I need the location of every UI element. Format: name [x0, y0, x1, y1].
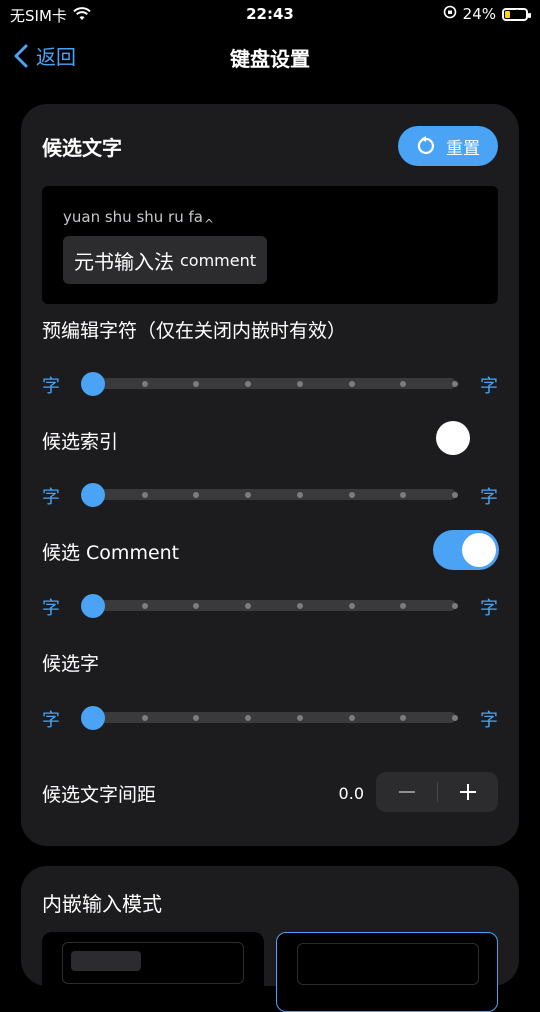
large-size-label: 字 — [480, 710, 498, 731]
inline-mode-card: 内嵌输入模式 — [21, 866, 519, 1012]
slider-tick — [400, 715, 407, 721]
comment-label: 候选 Comment — [42, 542, 180, 564]
index-size-slider[interactable]: 字字 — [42, 482, 498, 508]
spacing-value: 0.0 — [338, 784, 364, 803]
candidate-settings-card: 候选文字 重置 yuan shu shu ru fa^ 元书输入法 commen… — [21, 104, 519, 846]
preview-pinyin: yuan shu shu ru fa^ — [63, 208, 214, 231]
candidate-char-label: 候选字 — [42, 653, 100, 675]
slider-track[interactable] — [81, 483, 458, 507]
reset-label: 重置 — [446, 138, 480, 159]
slider-tick — [193, 492, 200, 498]
comment-toggle[interactable] — [433, 530, 499, 570]
preview-candidate: 元书输入法 comment — [63, 236, 268, 284]
slider-tick — [141, 381, 148, 387]
slider-tick — [245, 603, 252, 609]
slider-tick — [452, 381, 458, 387]
slider-track[interactable] — [81, 706, 458, 730]
keyboard-preview: yuan shu shu ru fa^ 元书输入法 comment — [42, 186, 498, 304]
small-size-label: 字 — [42, 598, 60, 619]
slider-tick — [193, 715, 200, 721]
reset-button[interactable]: 重置 — [398, 126, 498, 166]
slider-tick — [193, 603, 200, 609]
slider-tick — [296, 715, 303, 721]
preedit-size-slider[interactable]: 字字 — [42, 371, 498, 397]
slider-thumb[interactable] — [81, 483, 105, 507]
slider-track[interactable] — [81, 372, 458, 396]
slider-tick — [141, 603, 148, 609]
stepper-divider — [437, 782, 438, 802]
slider-thumb[interactable] — [81, 594, 105, 618]
battery-percent: 24% — [462, 5, 496, 23]
slider-thumb[interactable] — [81, 706, 105, 730]
slider-tick — [348, 603, 355, 609]
candidate-comment: comment — [180, 250, 257, 270]
page-title: 键盘设置 — [230, 47, 310, 71]
mode-preview-chip — [71, 951, 141, 971]
slider-tick — [452, 492, 458, 498]
slider-tick — [400, 381, 407, 387]
slider-thumb[interactable] — [81, 372, 105, 396]
plus-icon — [459, 784, 476, 800]
slider-tick — [245, 492, 252, 498]
orientation-lock-icon — [443, 5, 457, 23]
mode-option-2[interactable] — [276, 932, 498, 1012]
slider-tick — [348, 492, 355, 498]
decrement-button[interactable] — [376, 772, 437, 812]
inline-mode-title: 内嵌输入模式 — [42, 892, 162, 916]
pinyin-text: yuan shu shu ru fa — [63, 208, 203, 226]
caret-icon: ^ — [203, 217, 215, 231]
slider-track[interactable] — [81, 594, 458, 618]
status-bar: 无SIM卡 22:43 24% ⚡ — [0, 0, 540, 30]
slider-tick — [141, 492, 148, 498]
battery-icon: ⚡ — [502, 6, 531, 21]
slider-tick — [400, 603, 407, 609]
slider-tick — [245, 381, 252, 387]
reset-icon — [417, 136, 435, 155]
status-right: 24% ⚡ — [443, 5, 531, 23]
slider-tick — [400, 492, 407, 498]
slider-tick — [452, 603, 458, 609]
slider-tick — [296, 603, 303, 609]
large-size-label: 字 — [480, 487, 498, 508]
small-size-label: 字 — [42, 710, 60, 731]
small-size-label: 字 — [42, 487, 60, 508]
toggle-knob — [436, 421, 470, 455]
candidate-text: 元书输入法 — [74, 249, 174, 274]
increment-button[interactable] — [437, 772, 498, 812]
index-label: 候选索引 — [42, 431, 119, 453]
candidate-size-slider[interactable]: 字字 — [42, 705, 498, 731]
slider-tick — [141, 715, 148, 721]
mode-option-1[interactable] — [42, 932, 264, 1012]
mode-preview — [62, 942, 244, 984]
nav-bar: 返回 键盘设置 — [0, 30, 540, 80]
small-size-label: 字 — [42, 376, 60, 397]
slider-tick — [193, 381, 200, 387]
comment-size-slider[interactable]: 字字 — [42, 593, 498, 619]
large-size-label: 字 — [480, 598, 498, 619]
slider-tick — [245, 715, 252, 721]
spacing-stepper[interactable] — [376, 772, 498, 812]
section-title: 候选文字 — [42, 136, 122, 160]
slider-tick — [348, 381, 355, 387]
minus-icon — [398, 791, 415, 793]
slider-tick — [348, 715, 355, 721]
mode-preview — [297, 943, 479, 985]
slider-tick — [296, 381, 303, 387]
index-toggle[interactable] — [433, 418, 499, 458]
slider-tick — [296, 492, 303, 498]
slider-tick — [452, 715, 458, 721]
large-size-label: 字 — [480, 376, 498, 397]
charging-bolt-icon: ⚡ — [511, 6, 519, 20]
toggle-knob — [462, 533, 496, 567]
spacing-label: 候选文字间距 — [42, 784, 157, 806]
preedit-label: 预编辑字符（仅在关闭内嵌时有效） — [42, 320, 347, 342]
